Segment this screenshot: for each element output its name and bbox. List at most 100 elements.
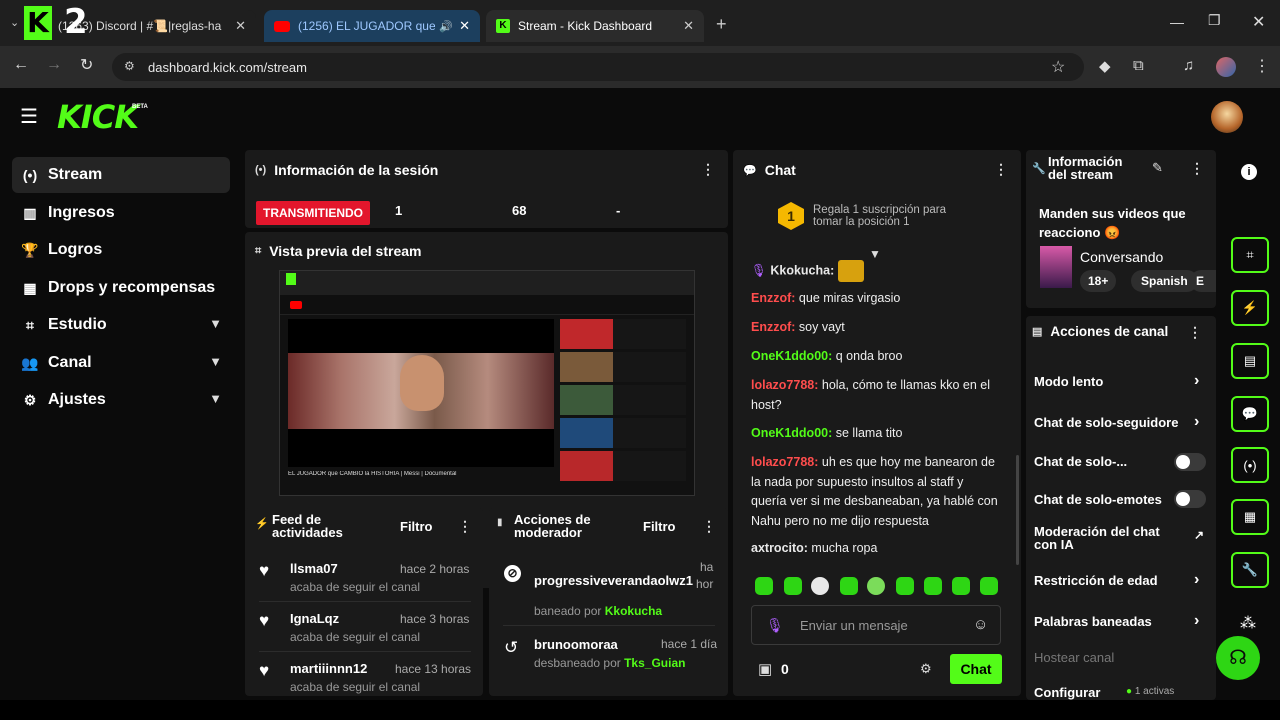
tag-chip[interactable]: 18+ [1080, 270, 1117, 292]
chat-scrollbar[interactable] [1016, 455, 1019, 565]
emote-icon[interactable] [784, 577, 802, 595]
filter-button[interactable]: Filtro [643, 519, 676, 534]
tab-kick-dashboard[interactable]: K Stream - Kick Dashboard ✕ [486, 10, 704, 42]
chat-username[interactable]: Enzzof: [751, 291, 795, 305]
action-configure[interactable]: Configurar ● 1 activas [1034, 685, 1204, 700]
more-options-icon[interactable]: ⋮ [702, 518, 716, 535]
rail-settings-button[interactable]: 🔧 [1231, 552, 1269, 588]
stream-preview-video[interactable]: EL JUGADOR que CAMBIÓ la HISTORIA | Mess… [279, 270, 695, 496]
chat-username[interactable]: axtrocito: [751, 541, 808, 555]
browser-menu-icon[interactable]: ⋮ [1254, 56, 1270, 76]
chat-username[interactable]: lolazo7788: [751, 455, 818, 469]
close-window-button[interactable]: ✕ [1252, 12, 1265, 32]
back-icon[interactable]: ← [13, 56, 29, 74]
support-chat-button[interactable]: ☊ [1216, 636, 1260, 680]
emote-icon[interactable] [896, 577, 914, 595]
chat-username[interactable]: lolazo7788: [751, 378, 818, 392]
tag-chip[interactable]: E [1190, 270, 1216, 292]
chat-username[interactable]: OneK1ddo00: [751, 349, 832, 363]
more-options-icon[interactable]: ⋮ [1188, 324, 1202, 341]
channel-points-icon[interactable]: ▣ [758, 660, 772, 678]
action-followers-only[interactable]: Chat de solo-seguidore › [1034, 413, 1204, 430]
chat-settings-icon[interactable]: ⚙ [920, 661, 932, 677]
emote-icon[interactable] [980, 577, 998, 595]
emote-icon[interactable] [952, 577, 970, 595]
rail-broadcast-button[interactable]: (•) [1231, 447, 1269, 483]
mod-target-username[interactable]: brunoomoraa [534, 637, 618, 652]
chat-username[interactable]: Kkokucha: [770, 263, 834, 277]
mod-target-username[interactable]: progressiveverandaolwz1 [534, 573, 693, 588]
kick-logo[interactable]: KICK [57, 98, 139, 136]
rail-chat-button[interactable]: 💬 [1231, 396, 1269, 432]
emote-icon[interactable] [840, 577, 858, 595]
moderator-username[interactable]: Tks_Guian [624, 656, 685, 670]
sidebar-item-estudio[interactable]: ⌗ Estudio ▼ [12, 307, 230, 343]
tab-search-button[interactable]: ⌄ [10, 16, 19, 29]
maximize-button[interactable]: ❐ [1208, 12, 1221, 29]
close-tab-icon[interactable]: ✕ [683, 18, 694, 34]
emote-icon[interactable] [924, 577, 942, 595]
emote-icon[interactable] [867, 577, 885, 595]
send-chat-button[interactable]: Chat [950, 654, 1002, 684]
gift-promo-text[interactable]: Regala 1 suscripción para tomar la posic… [813, 204, 946, 228]
chat-username[interactable]: OneK1ddo00: [751, 426, 832, 440]
more-options-icon[interactable]: ⋮ [994, 161, 1008, 178]
profile-avatar[interactable] [1216, 57, 1236, 77]
mic-icon[interactable]: 🎙 [766, 617, 784, 634]
tag-chip[interactable]: Spanish [1131, 270, 1198, 292]
bookmark-star-icon[interactable]: ☆ [1051, 57, 1065, 77]
close-tab-icon[interactable]: ✕ [235, 18, 246, 34]
action-ai-moderation[interactable]: Moderación del chat con IA ↗ [1034, 525, 1204, 551]
subs-only-toggle[interactable] [1174, 453, 1206, 471]
address-bar[interactable]: ⚙ dashboard.kick.com/stream [112, 53, 1084, 81]
close-tab-icon[interactable]: ✕ [459, 18, 470, 34]
activity-username[interactable]: martiiinnn12 [290, 661, 367, 676]
sidebar-item-ingresos[interactable]: ▥ Ingresos [12, 195, 230, 231]
moderator-username[interactable]: Kkokucha [605, 604, 662, 618]
emoji-picker-icon[interactable]: ☺ [973, 616, 988, 633]
action-age-restriction[interactable]: Restricción de edad › [1034, 571, 1204, 588]
activity-username[interactable]: llsma07 [290, 561, 338, 576]
sidebar-item-canal[interactable]: 👥 Canal ▼ [12, 345, 230, 381]
more-options-icon[interactable]: ⋮ [458, 518, 472, 535]
info-icon[interactable]: i [1241, 164, 1257, 180]
activity-username[interactable]: IgnaLqz [290, 611, 339, 626]
reload-icon[interactable]: ↻ [80, 55, 93, 75]
forward-icon[interactable]: → [46, 56, 62, 74]
rail-mod-button[interactable]: ▦ [1231, 499, 1269, 535]
chat-input[interactable]: 🎙 Enviar un mensaje ☺ [751, 605, 1001, 645]
action-modo-lento[interactable]: Modo lento › [1034, 372, 1204, 389]
sidebar-item-drops[interactable]: ▦ Drops y recompensas [12, 270, 230, 306]
minimize-button[interactable]: — [1170, 14, 1184, 30]
tab-discord[interactable]: (1263) Discord | #📜|reglas-ha ✕ [26, 10, 256, 42]
sidebar-item-logros[interactable]: 🏆 Logros [12, 232, 230, 268]
rail-preview-button[interactable]: ⌗ [1231, 237, 1269, 273]
collapse-pinned-icon[interactable]: ▼ [869, 247, 881, 261]
media-controls-icon[interactable]: ♫ [1183, 57, 1194, 74]
emotes-only-toggle[interactable] [1174, 490, 1206, 508]
extensions-puzzle-icon[interactable]: ⧉ [1133, 57, 1144, 74]
chat-username[interactable]: Enzzof: [751, 320, 795, 334]
filter-button[interactable]: Filtro [400, 519, 433, 534]
emote-icon[interactable] [811, 577, 829, 595]
tab-youtube[interactable]: (1256) EL JUGADOR que CAMBIÓ 🔊 ✕ [264, 10, 480, 42]
category-name[interactable]: Conversando [1080, 249, 1163, 265]
rail-quick-actions-button[interactable]: ⚡ [1231, 290, 1269, 326]
user-avatar[interactable] [1211, 101, 1243, 133]
sidebar-item-stream[interactable]: (•) Stream [12, 157, 230, 193]
extension-diamond-icon[interactable]: ◆ [1099, 57, 1111, 75]
category-thumbnail[interactable] [1040, 246, 1072, 288]
emote-icon[interactable] [755, 577, 773, 595]
new-tab-button[interactable]: + [716, 14, 727, 35]
rail-notes-button[interactable]: ▤ [1231, 343, 1269, 379]
edit-pencil-icon[interactable]: ✎ [1152, 160, 1163, 176]
hamburger-menu-icon[interactable]: ☰ [20, 104, 38, 129]
preview-video-caption: EL JUGADOR que CAMBIÓ la HISTORIA | Mess… [288, 471, 457, 477]
more-options-icon[interactable]: ⋮ [1190, 160, 1204, 177]
site-info-icon[interactable]: ⚙ [124, 59, 135, 73]
action-banned-words[interactable]: Palabras baneadas › [1034, 612, 1204, 629]
sidebar-item-ajustes[interactable]: ⚙ Ajustes ▼ [12, 382, 230, 418]
speaker-icon[interactable]: 🔊 [439, 20, 453, 33]
more-options-icon[interactable]: ⋮ [701, 161, 715, 178]
share-icon[interactable]: ⁂ [1240, 613, 1256, 633]
